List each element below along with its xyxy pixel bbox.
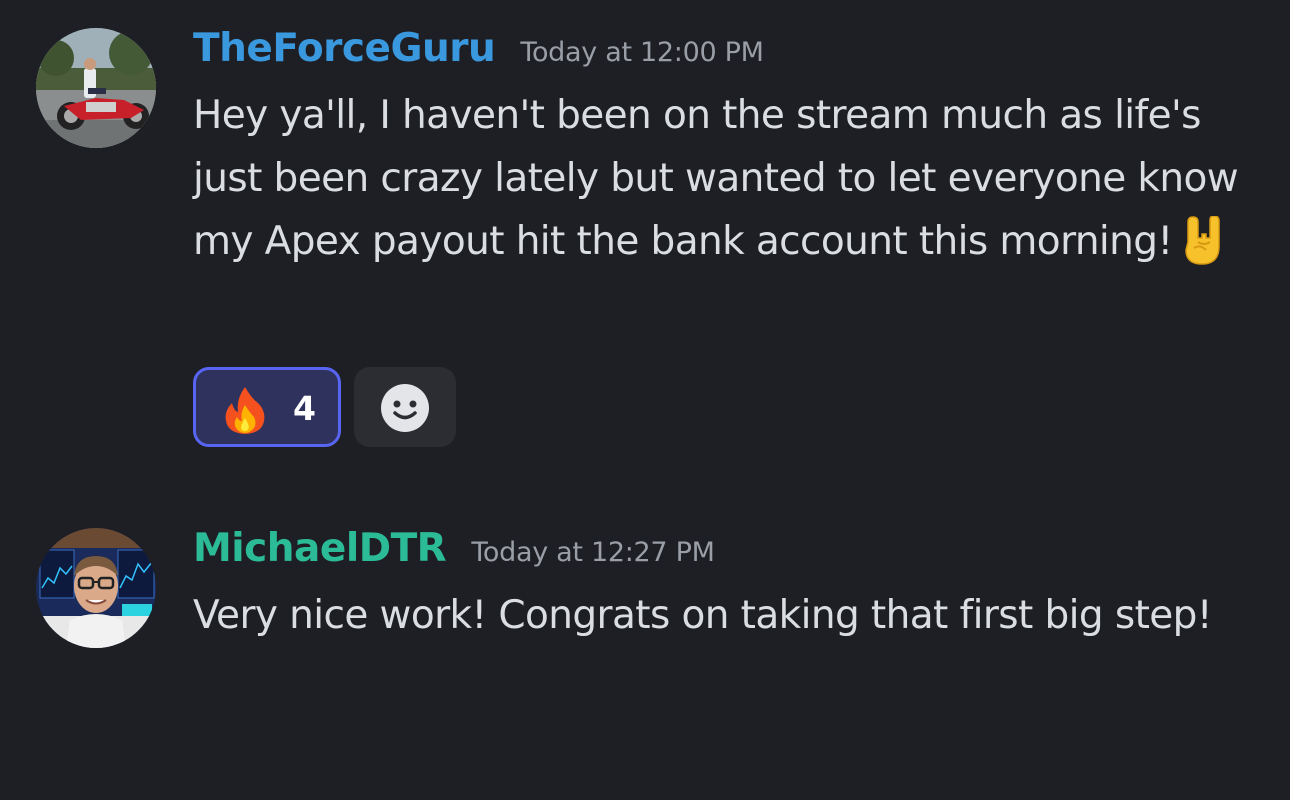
username[interactable]: MichaelDTR xyxy=(193,526,447,571)
avatar[interactable] xyxy=(36,528,156,648)
add-reaction-button[interactable] xyxy=(354,367,456,447)
message-header: MichaelDTR Today at 12:27 PM xyxy=(193,526,715,579)
chat-log: TheForceGuru Today at 12:00 PM Hey ya'll… xyxy=(0,0,1290,800)
motorcycle-rider-avatar-image xyxy=(36,28,156,148)
reaction-count: 4 xyxy=(293,389,316,428)
avatar[interactable] xyxy=(36,28,156,148)
timestamp[interactable]: Today at 12:27 PM xyxy=(471,537,715,568)
reaction-fire[interactable]: 4 xyxy=(193,367,341,447)
timestamp[interactable]: Today at 12:00 PM xyxy=(520,37,764,68)
username[interactable]: TheForceGuru xyxy=(193,26,496,71)
sign-of-the-horns-icon xyxy=(1180,215,1224,285)
message-content: Hey ya'll, I haven't been on the stream … xyxy=(193,84,1263,285)
fire-icon xyxy=(222,385,268,439)
message-text: Hey ya'll, I haven't been on the stream … xyxy=(193,93,1239,264)
man-with-glasses-avatar-image xyxy=(36,528,156,648)
message-content: Very nice work! Congrats on taking that … xyxy=(193,584,1263,647)
smile-icon xyxy=(380,383,430,437)
message-text: Very nice work! Congrats on taking that … xyxy=(193,593,1212,638)
message-header: TheForceGuru Today at 12:00 PM xyxy=(193,26,764,79)
